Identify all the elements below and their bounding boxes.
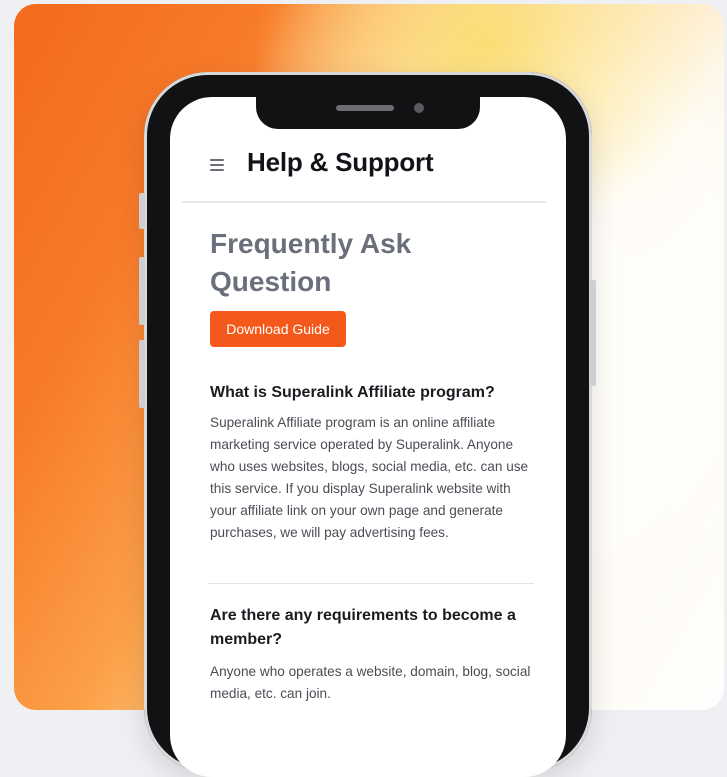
download-guide-button[interactable]: Download Guide [210,311,346,347]
speaker-grille [336,105,394,111]
faq-answer: Superalink Affiliate program is an onlin… [210,415,529,540]
phone-notch [256,96,480,129]
phone-screen: Help & Support Frequently Ask Question D… [170,97,566,777]
front-camera [414,103,424,113]
page-header-title: Help & Support [247,147,434,177]
phone-power-button [590,280,596,386]
faq-question[interactable]: What is Superalink Affiliate program? [210,381,540,405]
phone-side-button [139,340,145,408]
faq-divider [208,583,534,584]
phone-side-button [139,257,145,325]
hamburger-menu-icon[interactable] [210,159,224,171]
page-title: Frequently Ask Question [210,228,412,297]
phone-side-button [139,193,145,229]
app-header: Help & Support [170,147,566,201]
faq-question[interactable]: Are there any requirements to become a m… [210,604,540,652]
faq-answer: Anyone who operates a website, domain, b… [210,664,531,701]
header-divider [182,201,546,203]
